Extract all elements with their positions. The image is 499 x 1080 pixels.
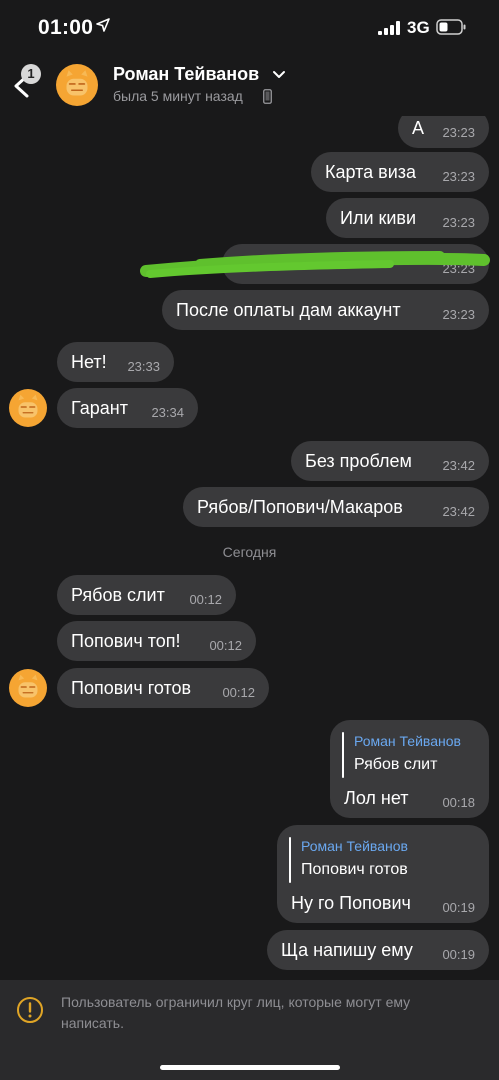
message-bubble[interactable]: Рябов/Попович/Макаров 23:42 <box>183 487 489 527</box>
mobile-device-icon <box>263 89 272 104</box>
message-time: 23:33 <box>127 359 160 374</box>
message-text: Или киви <box>340 208 417 228</box>
chevron-down-icon[interactable] <box>272 70 286 80</box>
last-seen-status: была 5 минут назад <box>113 88 243 104</box>
message-time: 23:23 <box>442 169 475 184</box>
quoted-author: Роман Тейванов <box>301 838 408 854</box>
message-text: А <box>412 118 425 138</box>
message-bubble[interactable]: Попович готов 00:12 <box>57 668 269 708</box>
contact-avatar[interactable] <box>9 389 47 427</box>
quote-bar <box>342 732 344 778</box>
chat-header: 1 Роман Тейванов была 5 минут назад <box>0 56 499 116</box>
exclamation-circle-icon <box>17 997 43 1023</box>
message-text: Ну го Попович <box>291 893 411 913</box>
message-time: 23:23 <box>442 307 475 322</box>
message-time: 23:42 <box>442 458 475 473</box>
message-bubble[interactable]: Рябов слит 00:12 <box>57 575 236 615</box>
contact-name[interactable]: Роман Тейванов <box>113 64 259 85</box>
message-text: Нет! <box>71 352 107 372</box>
message-bubble[interactable]: Карта виза 23:23 <box>311 152 489 192</box>
message-time: 00:19 <box>442 947 475 962</box>
message-time: 23:23 <box>442 125 475 140</box>
quote-bar <box>289 837 291 883</box>
message-bubble[interactable]: После оплаты дам аккаунт 23:23 <box>162 290 489 330</box>
quoted-text: Попович готов <box>301 861 408 878</box>
message-time: 23:23 <box>442 215 475 230</box>
status-time: 01:00 <box>38 16 94 39</box>
message-text: Гарант <box>71 398 128 418</box>
quoted-text: Рябов слит <box>354 756 438 773</box>
message-list[interactable]: А 23:23 Карта виза 23:23 Или киви 23:23 … <box>0 116 499 980</box>
message-bubble[interactable]: Нет! 23:33 <box>57 342 174 382</box>
message-bubble[interactable]: Без проблем 23:42 <box>291 441 489 481</box>
location-arrow-icon <box>96 18 110 32</box>
message-time: 00:19 <box>442 900 475 915</box>
quoted-author: Роман Тейванов <box>354 733 461 749</box>
message-bubble[interactable]: Или киви 23:23 <box>326 198 489 238</box>
message-bubble[interactable]: А 23:23 <box>398 116 489 148</box>
message-text: Рябов/Попович/Макаров <box>197 497 403 517</box>
message-bubble[interactable]: Ща напишу ему 00:19 <box>267 930 489 970</box>
message-text: Без проблем <box>305 451 412 471</box>
message-time: 00:18 <box>442 795 475 810</box>
message-text: Попович готов <box>71 678 192 698</box>
home-indicator[interactable] <box>160 1065 340 1070</box>
message-bubble[interactable]: Попович топ! 00:12 <box>57 621 256 661</box>
message-text: После оплаты дам аккаунт <box>176 300 401 320</box>
message-time: 23:34 <box>151 405 184 420</box>
message-time: 00:12 <box>189 592 222 607</box>
cellular-signal-icon <box>378 21 400 35</box>
reply-message-bubble[interactable]: Роман Тейванов Попович готов Ну го Попов… <box>277 825 489 923</box>
network-type: 3G <box>407 18 430 37</box>
message-bubble[interactable]: Гарант 23:34 <box>57 388 198 428</box>
restriction-notice-text: Пользователь ограничил круг лиц, которые… <box>61 994 411 1031</box>
message-text: Лол нет <box>344 788 409 808</box>
contact-avatar[interactable] <box>9 669 47 707</box>
message-time: 00:12 <box>209 638 242 653</box>
restriction-notice-bar: Пользователь ограничил круг лиц, которые… <box>0 980 499 1080</box>
battery-icon <box>436 19 466 35</box>
contact-avatar[interactable] <box>56 64 98 106</box>
message-text: Карта виза <box>325 162 417 182</box>
message-text: Ща напишу ему <box>281 940 413 960</box>
day-separator: Сегодня <box>222 544 277 560</box>
message-time: 00:12 <box>222 685 255 700</box>
message-text: Попович топ! <box>71 631 181 651</box>
message-text: Рябов слит <box>71 585 165 605</box>
reply-message-bubble[interactable]: Роман Тейванов Рябов слит Лол нет 00:18 <box>330 720 489 818</box>
message-time: 23:42 <box>442 504 475 519</box>
unread-badge[interactable]: 1 <box>21 64 41 84</box>
redaction-scribble <box>140 251 490 278</box>
status-bar: 01:00 3G <box>0 0 499 56</box>
